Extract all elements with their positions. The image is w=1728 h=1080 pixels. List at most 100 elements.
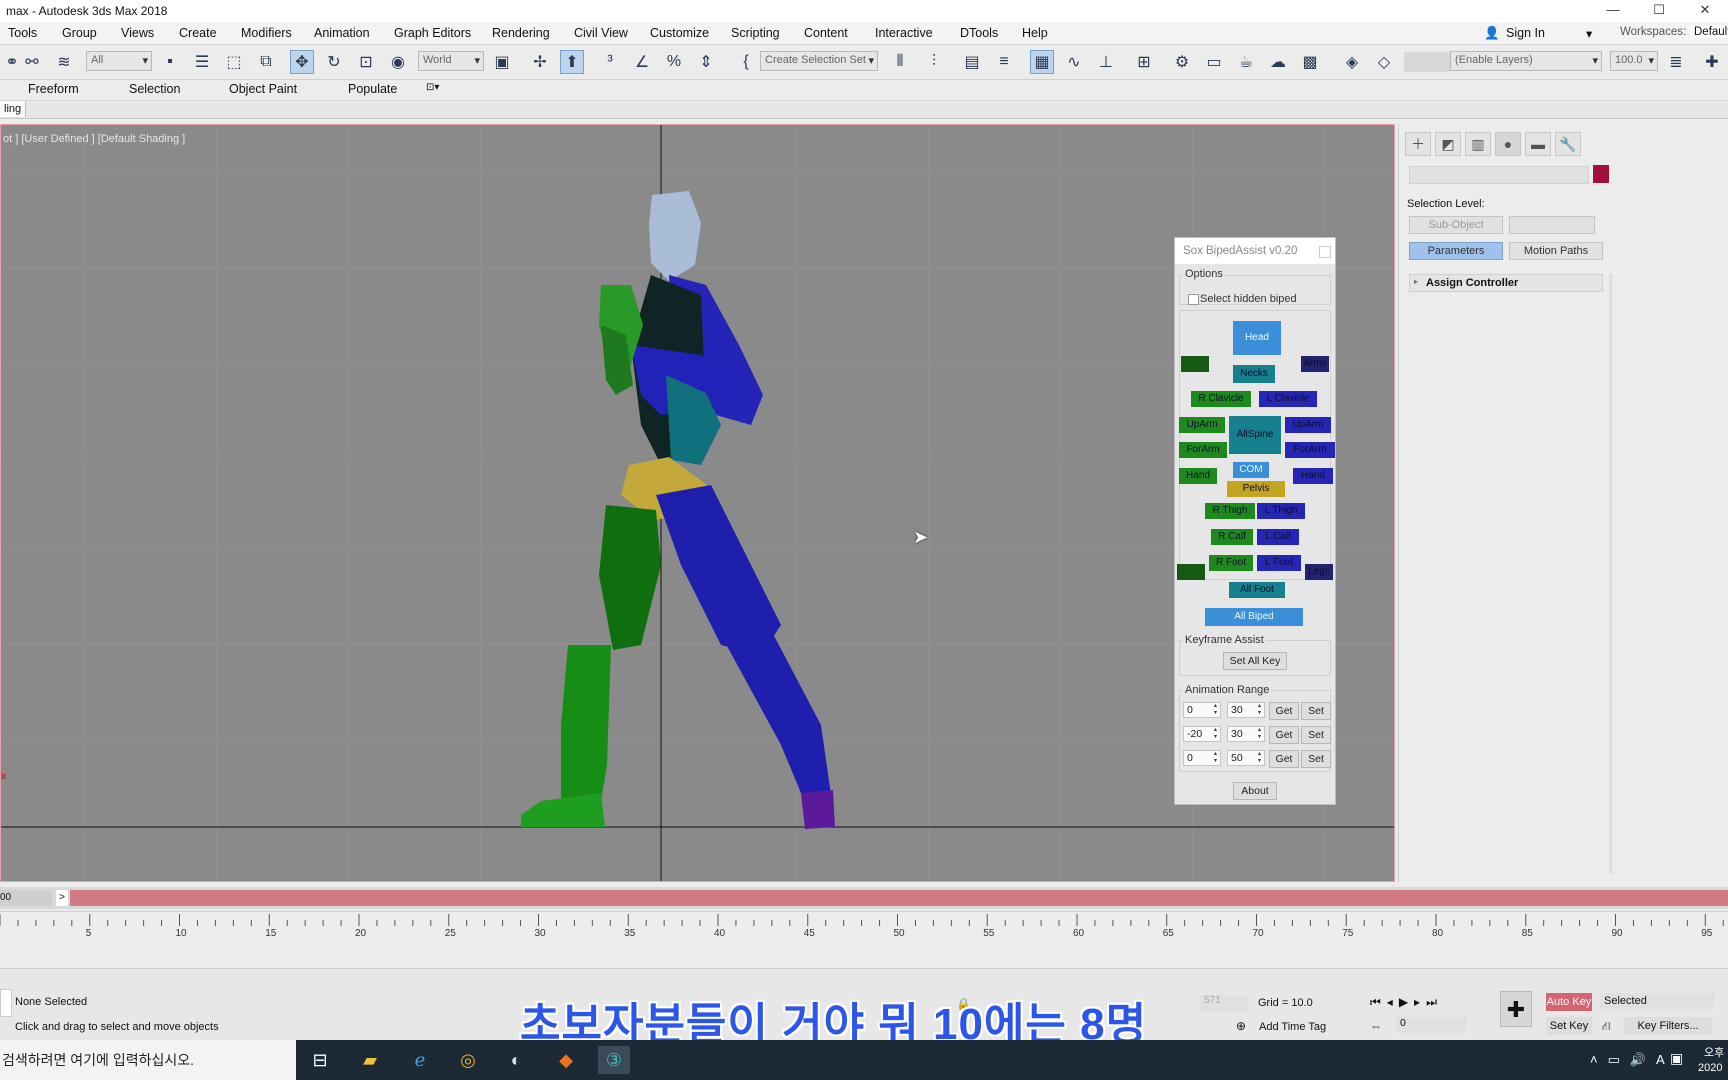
right-arm-button[interactable] xyxy=(1181,356,1209,372)
layer-explorer-icon[interactable]: ≡ xyxy=(992,50,1016,74)
menu-views[interactable]: Views xyxy=(121,26,154,40)
named-selection-set-dropdown[interactable]: Create Selection Set xyxy=(760,51,878,71)
right-hand-button[interactable]: Hand xyxy=(1179,468,1217,484)
range-3-start[interactable]: 0 xyxy=(1183,750,1221,766)
auto-key-button[interactable]: Auto Key xyxy=(1546,993,1592,1011)
biped-left-calf[interactable] xyxy=(721,630,831,805)
select-object-icon[interactable]: ▪ xyxy=(158,50,182,74)
ribbon-tab-populate[interactable]: Populate xyxy=(348,82,397,96)
menu-tools[interactable]: Tools xyxy=(8,26,37,40)
hierarchy-tab-icon[interactable]: ▥ xyxy=(1465,132,1491,156)
sub-object-button[interactable]: Sub-Object xyxy=(1409,216,1503,234)
user-icon[interactable]: 👤 xyxy=(1484,26,1500,41)
utilities-tab-icon[interactable]: 🔧 xyxy=(1555,132,1581,156)
right-calf-button[interactable]: R Calf xyxy=(1211,529,1253,545)
close-icon[interactable]: ✕ xyxy=(1682,0,1728,22)
pivot-center-icon[interactable]: ▣ xyxy=(490,50,514,74)
scale-icon[interactable]: ⊡ xyxy=(354,50,378,74)
rollout-expand-icon[interactable]: ▸ xyxy=(1414,277,1418,286)
range-3-get-button[interactable]: Get xyxy=(1269,750,1299,768)
range-2-end[interactable]: 30 xyxy=(1227,726,1265,742)
arms-button[interactable]: Arms xyxy=(1301,356,1329,372)
menu-content[interactable]: Content xyxy=(804,26,848,40)
biped-figure[interactable] xyxy=(521,191,835,829)
time-tag-icon[interactable]: ⊕ xyxy=(1236,1019,1246,1033)
sub-object-dropdown[interactable] xyxy=(1509,216,1595,234)
layers-dropdown[interactable]: (Enable Layers) xyxy=(1450,51,1602,71)
select-manipulate-icon[interactable]: ✢ xyxy=(528,50,552,74)
layer-swatch[interactable] xyxy=(1404,52,1450,72)
range-2-start[interactable]: -20 xyxy=(1183,726,1221,742)
menu-rendering[interactable]: Rendering xyxy=(492,26,550,40)
minimize-icon[interactable]: — xyxy=(1590,0,1636,22)
right-foot-button[interactable]: R Foot xyxy=(1209,555,1253,571)
edit-named-selection-icon[interactable]: { xyxy=(734,50,758,74)
menu-civil-view[interactable]: Civil View xyxy=(574,26,628,40)
menu-customize[interactable]: Customize xyxy=(650,26,709,40)
biped-right-thigh[interactable] xyxy=(599,505,661,650)
range-2-set-button[interactable]: Set xyxy=(1301,726,1331,744)
time-slider-next-arrow[interactable]: > xyxy=(56,890,68,906)
right-thigh-button[interactable]: R Thigh xyxy=(1205,503,1255,519)
pelvis-button[interactable]: Pelvis xyxy=(1227,481,1285,497)
menu-interactive[interactable]: Interactive xyxy=(875,26,933,40)
create-tab-icon[interactable]: ＋ xyxy=(1405,132,1431,156)
menu-help[interactable]: Help xyxy=(1022,26,1048,40)
snaps-toggle-icon[interactable]: ³ xyxy=(598,50,622,74)
right-forearm-button[interactable]: ForArm xyxy=(1179,442,1227,458)
obs-icon[interactable]: ◐ xyxy=(500,1046,532,1074)
toggle-ribbon-icon[interactable]: ▦ xyxy=(1030,50,1054,74)
modify-tab-icon[interactable]: ◩ xyxy=(1435,132,1461,156)
align-icon[interactable]: ⫶ xyxy=(922,50,946,74)
angle-snap-icon[interactable]: ∠ xyxy=(630,50,654,74)
left-thigh-button[interactable]: L Thigh xyxy=(1257,503,1305,519)
select-move-icon[interactable]: ✥ xyxy=(290,50,314,74)
key-mode-toggle-icon[interactable]: ⇔ xyxy=(1370,1019,1382,1033)
layers-stack-icon[interactable]: ◇ xyxy=(1372,50,1396,74)
menu-create[interactable]: Create xyxy=(179,26,217,40)
render-production-icon[interactable]: ☕ xyxy=(1234,50,1258,74)
curve-editor-icon[interactable]: ∿ xyxy=(1062,50,1086,74)
menu-dtools[interactable]: DTools xyxy=(960,26,998,40)
biped-left-thigh[interactable] xyxy=(656,485,781,655)
percent-snap-icon[interactable]: % xyxy=(662,50,686,74)
internet-explorer-icon[interactable]: ℯ xyxy=(404,1046,436,1074)
ribbon-tab-object-paint[interactable]: Object Paint xyxy=(229,82,297,96)
set-all-key-button[interactable]: Set All Key xyxy=(1223,652,1287,670)
about-button[interactable]: About xyxy=(1233,782,1277,800)
playback-controls[interactable]: ⏮◂▶▸⏭ xyxy=(1370,995,1443,1010)
time-slider-thumb[interactable]: 00 xyxy=(0,890,52,906)
allspine-button[interactable]: AllSpine xyxy=(1229,416,1281,454)
left-calf-button[interactable]: L Calf xyxy=(1257,529,1299,545)
neck-button[interactable]: Necks xyxy=(1233,365,1275,383)
range-1-end[interactable]: 30 xyxy=(1227,702,1265,718)
biped-right-foot[interactable] xyxy=(521,793,605,827)
render-cloud-icon[interactable]: ☁ xyxy=(1266,50,1290,74)
command-panel-scrollbar[interactable] xyxy=(1609,274,1613,874)
menu-animation[interactable]: Animation xyxy=(314,26,370,40)
biped-left-foot[interactable] xyxy=(801,790,835,829)
ribbon-tab-freeform[interactable]: Freeform xyxy=(28,82,79,96)
chrome-icon[interactable]: ◎ xyxy=(452,1046,484,1074)
select-by-name-icon[interactable]: ☰ xyxy=(190,50,214,74)
selection-filter-dropdown[interactable]: All xyxy=(86,51,152,71)
parameters-button[interactable]: Parameters xyxy=(1409,242,1503,260)
layers-icon[interactable]: ◈ xyxy=(1340,50,1364,74)
rotate-icon[interactable]: ↻ xyxy=(322,50,346,74)
menu-group[interactable]: Group xyxy=(62,26,97,40)
3dsmax-taskbar-icon[interactable]: ③ xyxy=(598,1046,630,1074)
menu-modifiers[interactable]: Modifiers xyxy=(241,26,292,40)
rendered-frame-window-icon[interactable]: ▭ xyxy=(1202,50,1226,74)
select-hidden-checkbox[interactable] xyxy=(1188,294,1199,305)
time-slider[interactable]: 00 > xyxy=(0,887,1728,909)
legs-button[interactable]: Legs xyxy=(1305,564,1333,580)
a360-gallery-icon[interactable]: ▩ xyxy=(1298,50,1322,74)
left-foot-button[interactable]: L Foot xyxy=(1257,555,1301,571)
left-uparm-button[interactable]: UpArm xyxy=(1285,417,1331,433)
right-clavicle-button[interactable]: R Clavicle xyxy=(1191,391,1251,407)
ribbon-options-icon[interactable]: ⊡▾ xyxy=(426,82,439,93)
maximize-icon[interactable]: ☐ xyxy=(1636,0,1682,22)
head-button[interactable]: Head xyxy=(1233,321,1281,355)
workspaces-dropdown[interactable]: Default xyxy=(1690,26,1728,38)
all-foot-button[interactable]: All Foot xyxy=(1229,582,1285,598)
